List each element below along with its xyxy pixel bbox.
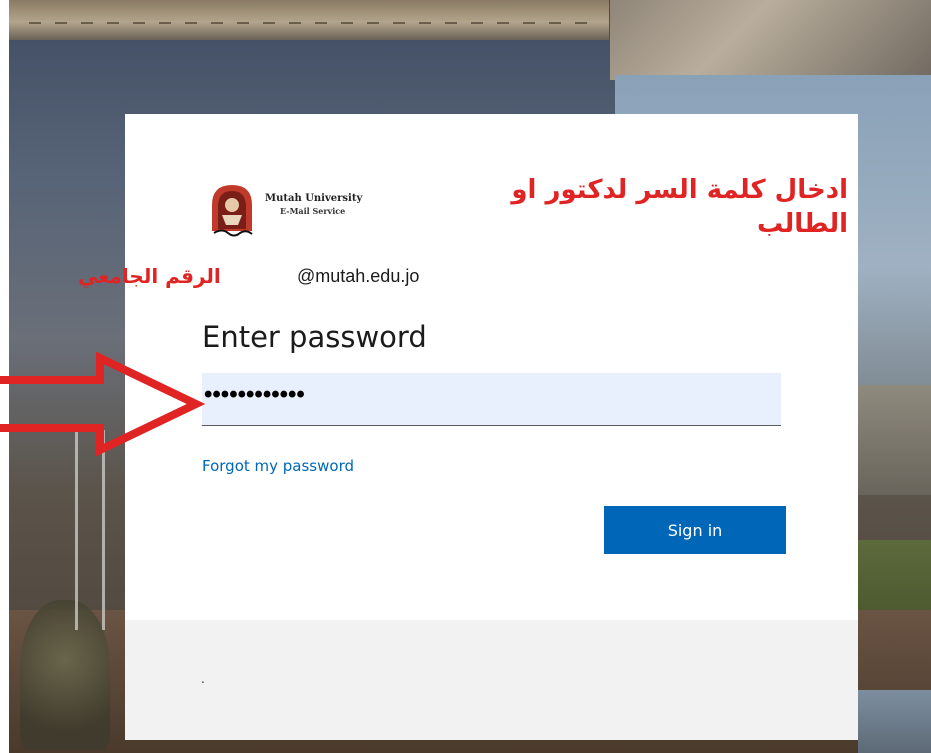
red-arrow-icon [0,351,206,457]
footer-text: . [201,672,205,686]
annotation-instruction: ادخال كلمة السر لدكتور او الطالب [511,175,848,239]
background-tree [20,600,110,750]
background-corner [858,690,931,753]
background-building [858,385,931,495]
sign-in-button[interactable]: Sign in [604,506,786,554]
forgot-password-link[interactable]: Forgot my password [202,457,354,475]
account-identity: @mutah.edu.jo [297,266,420,286]
background-stone [610,0,931,80]
card-footer: . [125,620,858,740]
annotation-university-id: الرقم الجامعي [78,264,221,288]
university-logo-icon [212,185,253,237]
password-field[interactable]: •••••••••••• [202,373,781,426]
background-roof [9,0,609,40]
brand-subtitle: E-Mail Service [280,206,346,216]
page-title: Enter password [202,320,427,354]
password-masked-value: •••••••••••• [204,381,305,408]
background-pole [75,430,78,630]
background-pole [102,430,105,630]
brand-name: Mutah University [265,193,363,204]
